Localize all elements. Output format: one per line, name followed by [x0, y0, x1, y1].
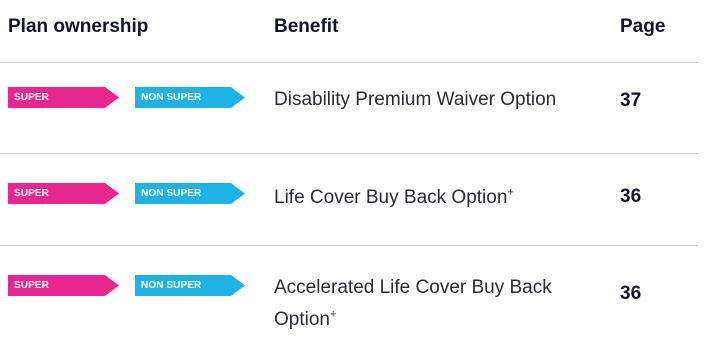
page-number: 36 — [620, 186, 642, 207]
super-tag: SUPER — [8, 183, 119, 204]
super-tag: SUPER — [8, 87, 119, 108]
benefit-name: Disability Premium Waiver Option — [274, 89, 557, 110]
page-number: 37 — [620, 90, 642, 111]
non-super-tag: NON SUPER — [135, 275, 245, 296]
non-super-tag: NON SUPER — [135, 87, 245, 108]
table-row: SUPER NON SUPER Life Cover Buy Back Opti… — [0, 153, 713, 245]
column-header-plan-ownership: Plan ownership — [8, 16, 149, 37]
non-super-tag: NON SUPER — [135, 183, 245, 204]
benefit-name: Accelerated Life Cover Buy Back Option+ — [274, 277, 552, 330]
column-header-benefit: Benefit — [274, 16, 339, 37]
table-row: SUPER NON SUPER Accelerated Life Cover B… — [0, 245, 713, 343]
benefits-table: Plan ownership Benefit Page SUPER NON SU… — [0, 0, 713, 343]
page-number: 36 — [620, 283, 642, 304]
table-row: SUPER NON SUPER Disability Premium Waive… — [0, 62, 713, 153]
benefit-name: Life Cover Buy Back Option+ — [274, 186, 514, 208]
column-header-page: Page — [620, 16, 666, 37]
super-tag: SUPER — [8, 275, 119, 296]
